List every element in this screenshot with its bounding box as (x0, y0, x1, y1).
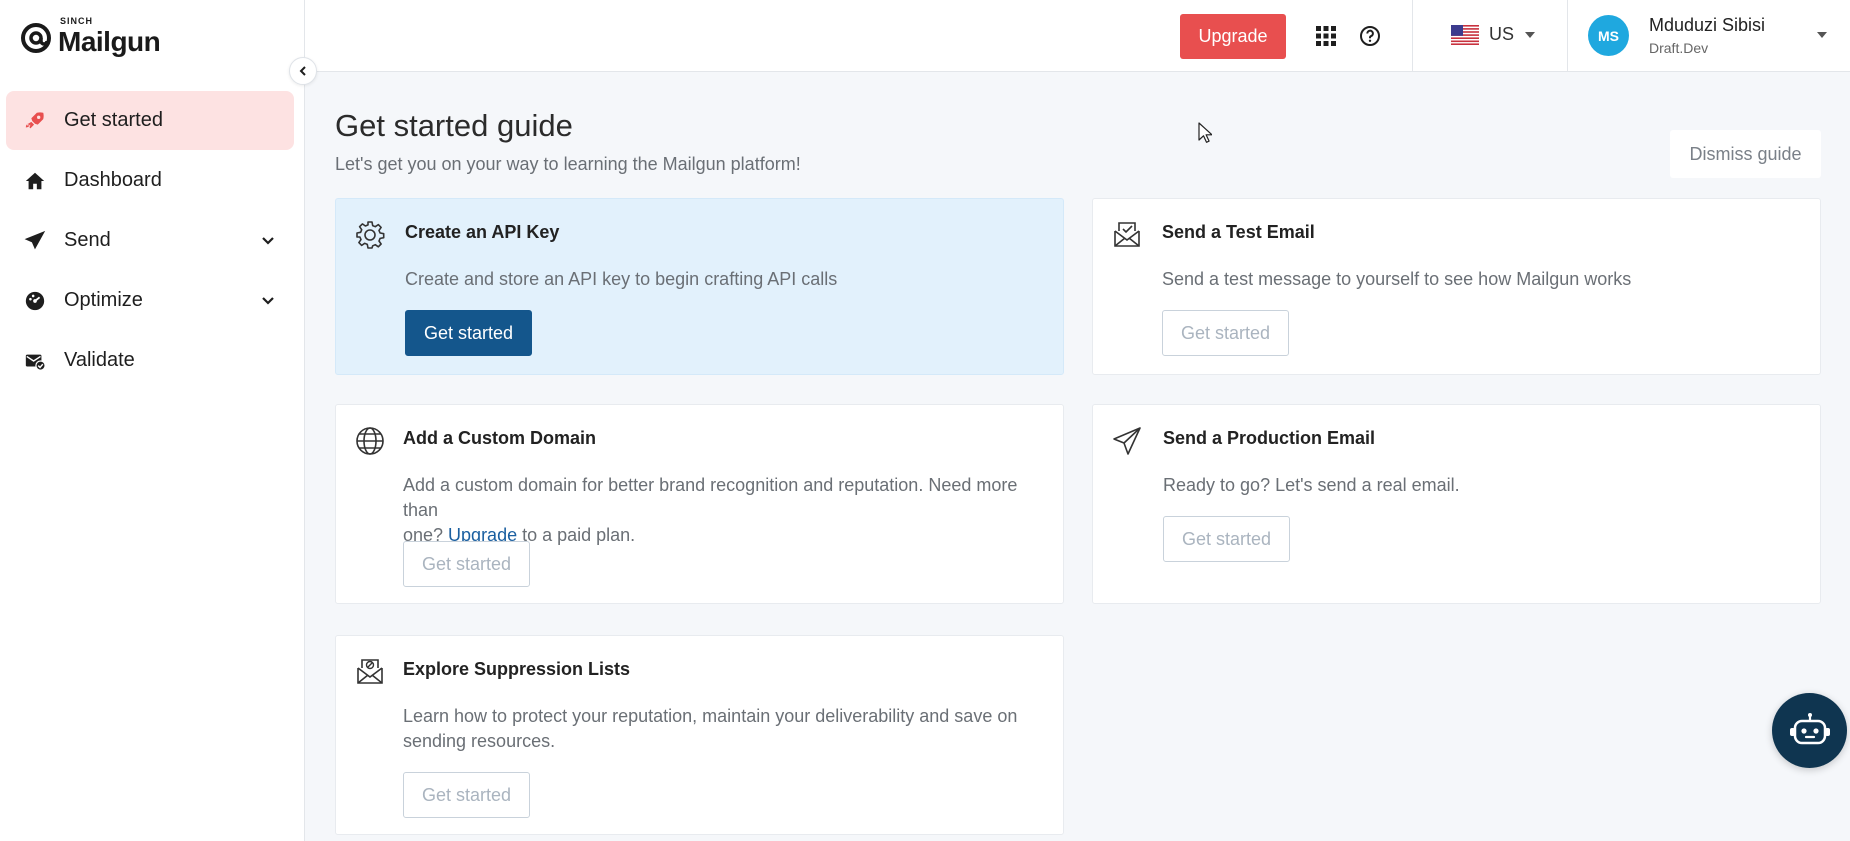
apps-grid-icon[interactable] (1316, 26, 1336, 46)
chevron-down-icon[interactable] (260, 233, 276, 249)
sidebar-item-send[interactable]: Send (6, 211, 294, 270)
card-explore-suppression-lists: Explore Suppression Lists Learn how to p… (335, 635, 1064, 835)
card-description: Create and store an API key to begin cra… (405, 269, 838, 289)
sidebar-nav: Get started Dashboard Send Optimize Vali… (6, 91, 294, 391)
gear-icon (356, 221, 385, 249)
add-custom-domain-get-started-button[interactable]: Get started (403, 541, 530, 587)
card-send-test-email: Send a Test Email Send a test message to… (1092, 198, 1821, 375)
chevron-down-icon[interactable] (260, 293, 276, 309)
send-production-email-get-started-button[interactable]: Get started (1163, 516, 1290, 562)
card-title: Add a Custom Domain (403, 428, 597, 448)
sidebar-item-label: Send (64, 229, 111, 251)
avatar: MS (1588, 15, 1629, 56)
card-title: Create an API Key (405, 222, 560, 242)
globe-icon (356, 427, 384, 455)
sidebar-item-label: Get started (64, 109, 163, 131)
top-bar: Upgrade US MS Mduduzi Sibisi Draft.Dev (305, 0, 1850, 72)
rocket-icon (24, 109, 58, 133)
user-org: Draft.Dev (1649, 40, 1709, 56)
dismiss-guide-button[interactable]: Dismiss guide (1670, 130, 1821, 178)
card-description: Ready to go? Let's send a real email. (1163, 475, 1460, 495)
card-description: Send a test message to yourself to see h… (1162, 269, 1632, 289)
mailgun-logo-icon (21, 23, 51, 53)
sidebar-item-label: Dashboard (64, 169, 162, 191)
card-create-api-key: Create an API Key Create and store an AP… (335, 198, 1064, 375)
page-title: Get started guide (335, 108, 573, 143)
user-menu[interactable]: MS Mduduzi Sibisi Draft.Dev (1588, 15, 1828, 56)
sidebar-item-label: Validate (64, 349, 135, 371)
explore-suppression-get-started-button[interactable]: Get started (403, 772, 530, 818)
paper-plane-icon (24, 229, 58, 253)
mouse-cursor-icon (1198, 122, 1212, 143)
gauge-icon (24, 289, 58, 313)
card-title: Explore Suppression Lists (403, 659, 631, 679)
card-title: Send a Test Email (1162, 222, 1315, 242)
card-add-custom-domain: Add a Custom Domain Add a custom domain … (335, 404, 1064, 604)
region-label: US (1489, 24, 1515, 44)
sidebar-item-validate[interactable]: Validate (6, 331, 294, 390)
robot-icon (1789, 712, 1830, 744)
card-description-text: to a paid plan. (517, 525, 636, 545)
sidebar: SINCH Mailgun Get started Dashboard Send (0, 0, 305, 841)
validate-icon (24, 349, 58, 373)
sidebar-item-dashboard[interactable]: Dashboard (6, 151, 294, 210)
sidebar-item-label: Optimize (64, 289, 143, 311)
collapse-sidebar-button[interactable] (289, 57, 317, 85)
home-icon (24, 169, 58, 193)
card-description-line: Learn how to protect your reputation, ma… (403, 706, 1018, 726)
help-icon[interactable] (1359, 25, 1381, 47)
card-description-line: Add a custom domain for better brand rec… (403, 475, 1018, 520)
chatbot-button[interactable] (1772, 693, 1847, 768)
card-description: Learn how to protect your reputation, ma… (403, 704, 1053, 754)
topbar-divider (1412, 0, 1413, 72)
caret-down-icon (1817, 32, 1827, 38)
send-test-email-get-started-button[interactable]: Get started (1162, 310, 1289, 356)
user-name: Mduduzi Sibisi (1649, 15, 1766, 35)
page-subtitle: Let's get you on your way to learning th… (335, 154, 801, 174)
paper-plane-outline-icon (1113, 427, 1141, 455)
email-check-icon (1114, 222, 1140, 247)
card-title: Send a Production Email (1163, 428, 1376, 448)
logo-sinch-text: SINCH (60, 16, 94, 26)
region-selector[interactable]: US (1451, 24, 1536, 45)
logo-name-text: Mailgun (58, 26, 161, 57)
sidebar-item-optimize[interactable]: Optimize (6, 271, 294, 330)
topbar-divider (1567, 0, 1568, 72)
upgrade-button[interactable]: Upgrade (1180, 14, 1286, 59)
sidebar-item-get-started[interactable]: Get started (6, 91, 294, 150)
caret-down-icon (1525, 31, 1536, 38)
card-send-production-email: Send a Production Email Ready to go? Let… (1092, 404, 1821, 604)
mailgun-logo[interactable]: SINCH Mailgun (20, 16, 161, 58)
create-api-key-get-started-button[interactable]: Get started (405, 310, 532, 356)
card-description: Add a custom domain for better brand rec… (403, 473, 1053, 548)
chevron-left-icon (299, 66, 306, 76)
card-description-line: sending resources. (403, 731, 556, 751)
email-block-icon (357, 659, 383, 684)
us-flag-icon (1451, 24, 1479, 45)
